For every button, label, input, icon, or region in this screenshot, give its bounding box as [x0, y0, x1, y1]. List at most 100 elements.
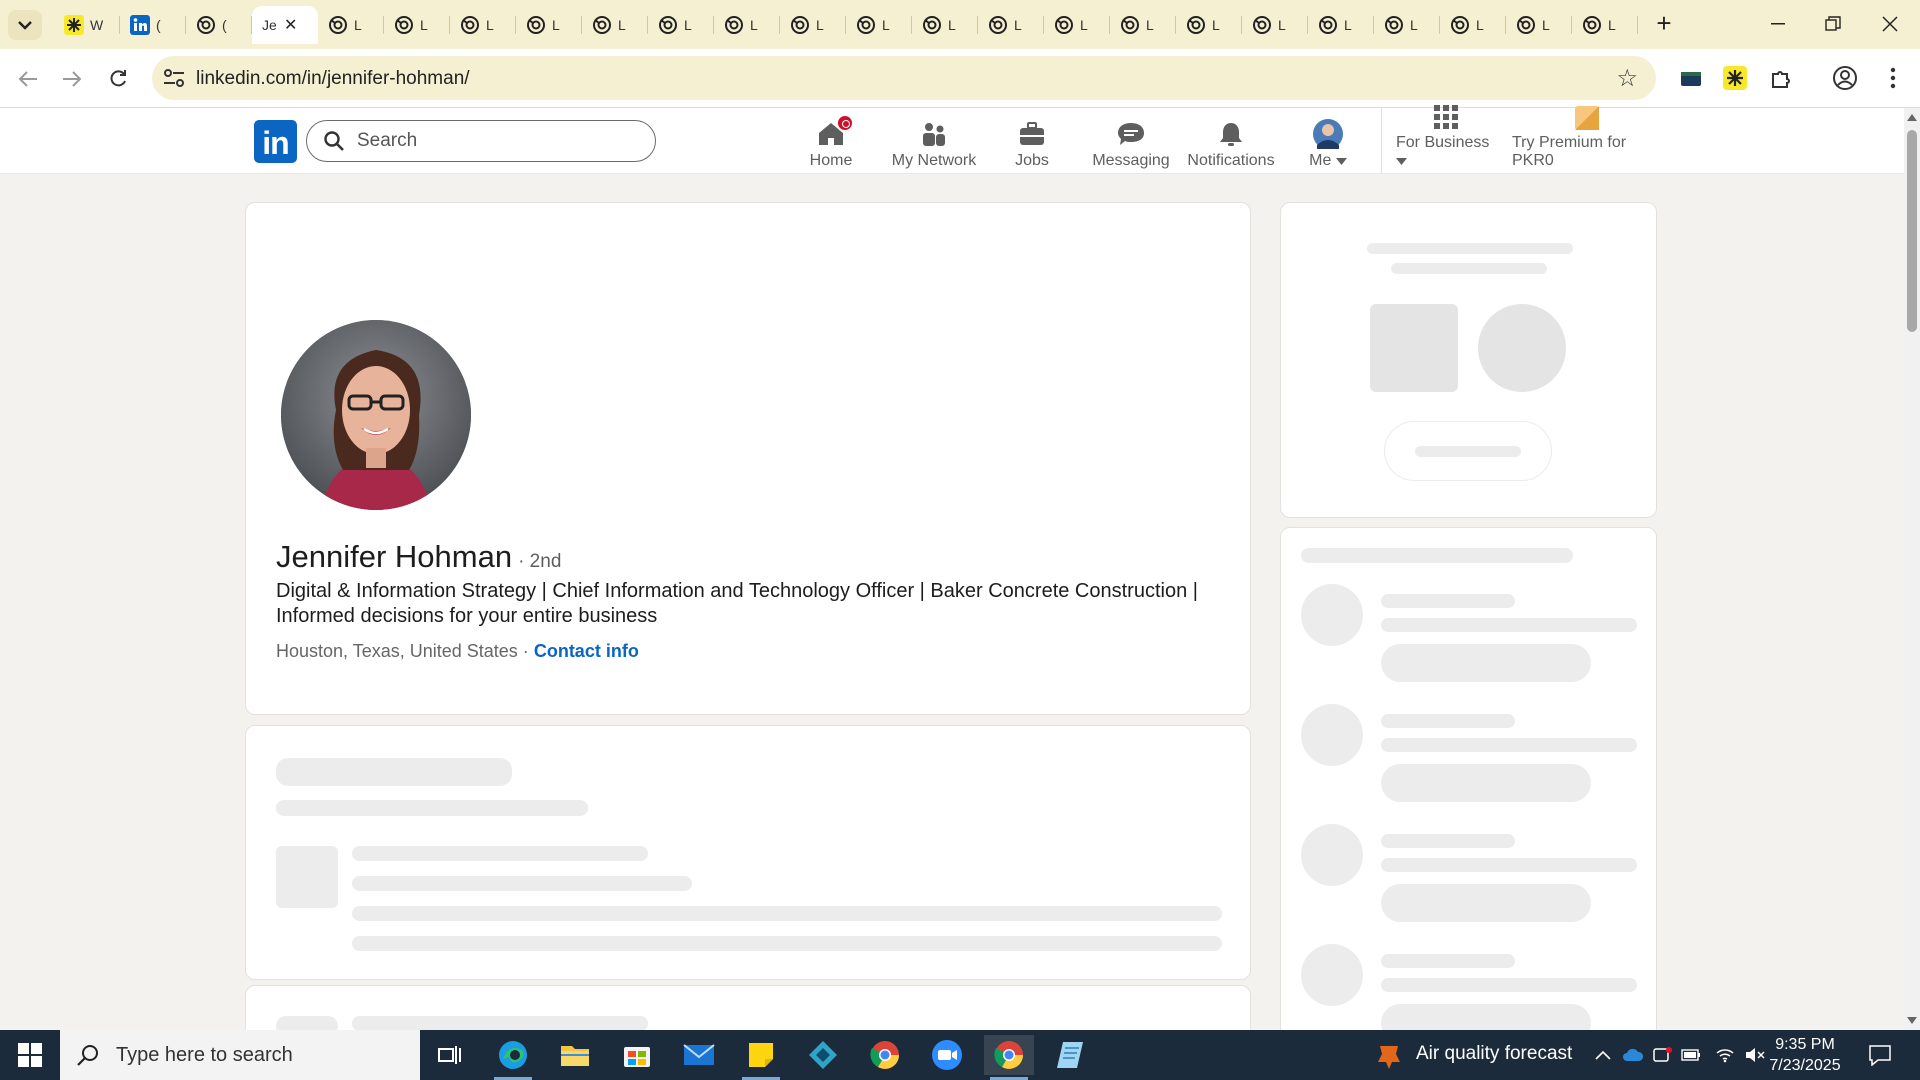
skeleton-line — [1381, 834, 1515, 848]
profile-name: Jennifer Hohman — [276, 539, 513, 574]
nav-my-network[interactable]: My Network — [884, 114, 984, 170]
nav-home[interactable]: Home — [800, 114, 862, 170]
meet-now-icon[interactable] — [1652, 1044, 1674, 1066]
bookmark-star-icon[interactable]: ☆ — [1616, 64, 1638, 93]
circle-arrows-icon — [988, 15, 1008, 35]
browser-menu-icon[interactable] — [1878, 63, 1908, 93]
nav-try-premium[interactable]: Try Premium for PKR0 — [1512, 106, 1662, 170]
action-center-icon[interactable] — [1866, 1044, 1894, 1066]
onedrive-cloud-icon[interactable] — [1622, 1044, 1644, 1066]
chrome-icon[interactable] — [860, 1035, 910, 1075]
scroll-down-arrow-icon[interactable] — [1907, 1017, 1917, 1024]
circle-arrows-icon — [592, 15, 612, 35]
chrome-icon[interactable] — [984, 1035, 1034, 1080]
circle-arrows-icon — [1186, 15, 1206, 35]
extension-wallet-icon[interactable] — [1676, 63, 1706, 93]
browser-tab[interactable]: L — [1110, 6, 1176, 44]
skeleton-line — [1391, 263, 1547, 274]
browser-tab[interactable]: L — [1572, 6, 1638, 44]
browser-tab[interactable]: L — [384, 6, 450, 44]
browser-tab[interactable]: L — [1176, 6, 1242, 44]
zoom-icon[interactable] — [922, 1035, 972, 1075]
browser-tab[interactable]: L — [318, 6, 384, 44]
nav-me-label: Me — [1309, 152, 1347, 170]
profile-photo[interactable] — [281, 320, 471, 510]
browser-tab-active[interactable]: Je ✕ — [252, 6, 318, 44]
browser-tab[interactable]: L — [1242, 6, 1308, 44]
skeleton-line — [352, 906, 1222, 921]
sticky-notes-icon[interactable] — [736, 1035, 786, 1080]
browser-tab[interactable]: L — [582, 6, 648, 44]
new-tab-button[interactable]: + — [1650, 10, 1678, 38]
forward-button[interactable] — [56, 63, 88, 95]
browser-tab[interactable]: L — [912, 6, 978, 44]
back-button[interactable] — [12, 63, 44, 95]
mail-icon[interactable] — [674, 1035, 724, 1075]
browser-tab[interactable]: L — [1506, 6, 1572, 44]
weather-icon[interactable] — [1376, 1042, 1404, 1070]
browser-tab[interactable]: W — [54, 6, 120, 44]
browser-tab[interactable]: L — [978, 6, 1044, 44]
browser-tab[interactable]: L — [648, 6, 714, 44]
nav-jobs[interactable]: Jobs — [1010, 114, 1054, 170]
clock-date: 7/23/2025 — [1769, 1057, 1841, 1074]
scroll-thumb[interactable] — [1907, 130, 1917, 332]
battery-icon[interactable] — [1680, 1044, 1702, 1066]
tab-search-button[interactable] — [8, 10, 42, 40]
nav-for-business[interactable]: For Business — [1396, 105, 1496, 170]
search-box[interactable] — [306, 120, 656, 162]
extension-asterisk-icon[interactable] — [1720, 63, 1750, 93]
browser-tab[interactable]: ( — [186, 6, 252, 44]
browser-tab[interactable]: L — [1374, 6, 1440, 44]
skeleton-line — [1381, 594, 1515, 608]
browser-tab[interactable]: L — [780, 6, 846, 44]
close-window-button[interactable] — [1870, 8, 1910, 40]
browser-tab[interactable]: L — [1044, 6, 1110, 44]
restore-button[interactable] — [1813, 8, 1853, 40]
minimize-button[interactable] — [1758, 8, 1798, 40]
system-clock[interactable]: 9:35 PM 7/23/2025 — [1740, 1034, 1870, 1076]
skeleton-button — [1384, 421, 1552, 481]
task-view-icon[interactable] — [425, 1035, 475, 1075]
browser-tab[interactable]: L — [1308, 6, 1374, 44]
microsoft-store-icon[interactable] — [612, 1035, 662, 1075]
skeleton-button — [1381, 884, 1591, 922]
nav-notifications[interactable]: Notifications — [1187, 114, 1275, 170]
taskbar-search-box[interactable]: Type here to search — [60, 1030, 420, 1080]
tab-title: L — [1278, 17, 1286, 33]
clock-time: 9:35 PM — [1775, 1036, 1835, 1053]
nav-messaging[interactable]: Messaging — [1090, 114, 1172, 170]
nav-me[interactable]: Me — [1306, 114, 1350, 170]
wifi-icon[interactable] — [1714, 1044, 1736, 1066]
browser-tab[interactable]: L — [1440, 6, 1506, 44]
contact-info-link[interactable]: Contact info — [534, 641, 639, 661]
edge-browser-icon[interactable] — [488, 1035, 538, 1080]
show-hidden-icons-icon[interactable] — [1592, 1044, 1614, 1066]
address-bar[interactable]: linkedin.com/in/jennifer-hohman/ ☆ — [152, 56, 1656, 100]
profile-icon[interactable] — [1830, 63, 1860, 93]
weather-text[interactable]: Air quality forecast — [1416, 1043, 1572, 1065]
browser-tab[interactable]: L — [516, 6, 582, 44]
notepad-icon[interactable] — [1046, 1035, 1096, 1075]
browser-tab[interactable]: ( — [120, 6, 186, 44]
scroll-up-arrow-icon[interactable] — [1907, 114, 1917, 121]
app-diamond-icon[interactable] — [798, 1035, 848, 1075]
chat-icon — [1116, 120, 1146, 148]
browser-tab[interactable]: L — [450, 6, 516, 44]
circle-arrows-icon — [922, 15, 942, 35]
reload-button[interactable] — [102, 63, 134, 95]
file-explorer-icon[interactable] — [550, 1035, 600, 1075]
close-tab-icon[interactable]: ✕ — [284, 15, 297, 35]
tab-title: W — [90, 17, 104, 33]
linkedin-logo-icon[interactable]: in — [254, 120, 297, 163]
page-scrollbar[interactable] — [1904, 108, 1920, 1030]
browser-tab[interactable]: L — [714, 6, 780, 44]
skeleton-line — [1381, 738, 1637, 752]
close-icon — [1882, 16, 1898, 32]
chevron-down-icon — [18, 21, 32, 30]
extensions-puzzle-icon[interactable] — [1766, 63, 1796, 93]
start-button[interactable] — [0, 1030, 60, 1080]
browser-tab[interactable]: L — [846, 6, 912, 44]
skeleton-thumbnail — [276, 846, 338, 908]
search-input[interactable] — [357, 129, 637, 153]
